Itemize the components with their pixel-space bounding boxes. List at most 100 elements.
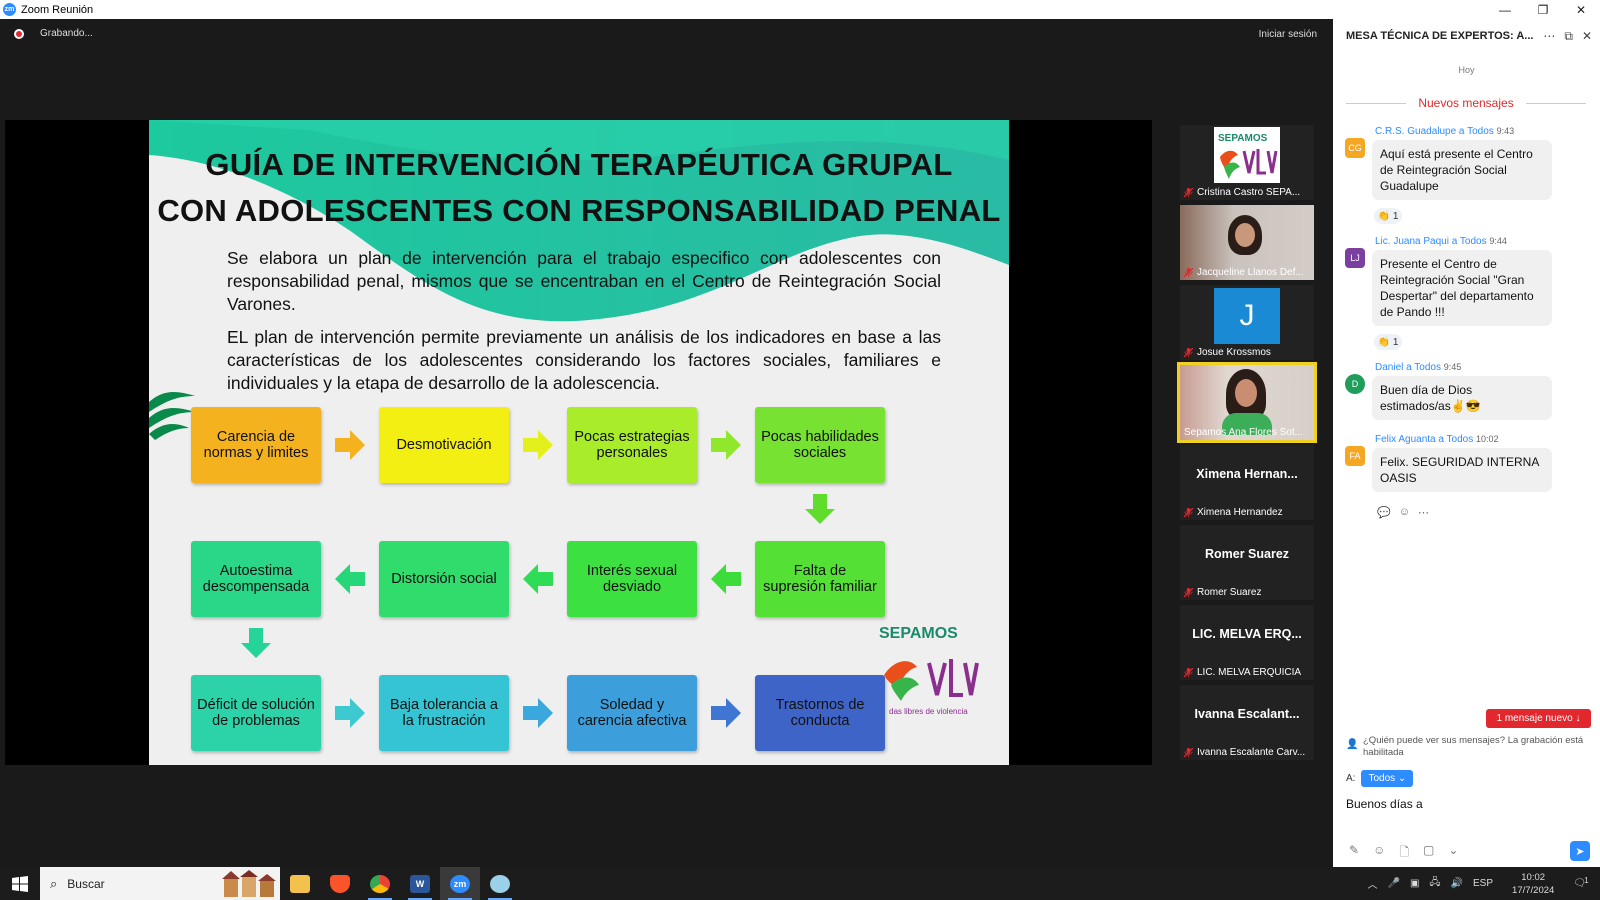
taskbar-search[interactable]: ⌕ Buscar — [40, 867, 280, 900]
word-icon: W — [410, 874, 430, 893]
reaction-badge[interactable]: 👏 1 — [1374, 334, 1402, 350]
close-chat-icon[interactable]: ✕ — [1582, 29, 1592, 44]
recipient-dropdown[interactable]: Todos ⌄ — [1361, 770, 1414, 787]
system-tray: ︿ 🎤 ▣ 🖧 🔊 ESP 10:02 17/7/2024 🗨 1 — [1363, 867, 1600, 900]
more-options-icon[interactable]: ⋯ — [1543, 29, 1555, 44]
reply-icon[interactable]: 💬 — [1377, 506, 1391, 519]
flow-box-7: Distorsión social — [379, 541, 509, 617]
avatar-initial: J — [1214, 288, 1280, 344]
add-reaction-icon[interactable]: ☺ — [1399, 506, 1410, 519]
file-icon[interactable]: 🗋 — [1399, 843, 1409, 864]
message-sender[interactable]: Felix Aguanta a Todos 10:02 — [1375, 434, 1499, 445]
format-icon[interactable]: ✎ — [1349, 843, 1359, 864]
flow-box-3: Pocas estrategias personales — [567, 407, 697, 483]
message-time: 9:43 — [1496, 126, 1515, 136]
flow-box-5: Falta de supresión familiar — [755, 541, 885, 617]
close-window-button[interactable]: ✕ — [1562, 0, 1600, 19]
more-icon[interactable]: ⋯ — [1418, 506, 1429, 519]
chat-header-actions: ⋯ ⧉ ✕ — [1543, 29, 1592, 44]
who-can-see-notice[interactable]: 👤 ¿Quién puede ver sus mensajes? La grab… — [1346, 735, 1591, 759]
signin-button[interactable]: Iniciar sesión — [1259, 29, 1317, 40]
chat-panel: MESA TÉCNICA DE EXPERTOS: A... ⋯ ⧉ ✕ Hoy… — [1333, 19, 1600, 867]
recording-label: Grabando... — [40, 28, 93, 39]
shared-slide: GUÍA DE INTERVENCIÓN TERAPÉUTICA GRUPAL … — [149, 120, 1009, 765]
participant-name: Ximena Hernandez — [1184, 507, 1283, 518]
participant-tile[interactable]: Ivanna Escalant... Ivanna Escalante Carv… — [1180, 685, 1314, 760]
arrow-left-icon — [523, 564, 553, 594]
mic-muted-icon — [1184, 748, 1193, 757]
chat-compose-input[interactable]: Buenos días a — [1346, 797, 1423, 811]
compose-toolbar: ✎ ☺ 🗋 ▢ ⌄ — [1349, 843, 1458, 864]
face — [1235, 223, 1255, 247]
taskbar-zoom[interactable]: zm — [440, 867, 480, 900]
meeting-topbar: Grabando... Iniciar sesión — [0, 19, 1333, 51]
people-icon: 👤 — [1346, 739, 1359, 750]
reaction-badge[interactable]: 👏 1 — [1374, 208, 1402, 224]
recording-indicator[interactable]: Grabando... — [14, 28, 93, 39]
participant-name: LIC. MELVA ERQUICIA — [1184, 667, 1301, 678]
avatar: CG — [1345, 138, 1365, 158]
volume-icon[interactable]: 🔊 — [1451, 878, 1463, 889]
participant-tile[interactable]: Jacqueline Llanos Def... — [1180, 205, 1314, 280]
message-sender[interactable]: Daniel a Todos 9:45 — [1375, 362, 1461, 373]
participant-name: Josue Krossmos — [1184, 347, 1271, 358]
sepamos-logo-text: SEPAMOS — [879, 625, 958, 642]
to-label: A: — [1346, 773, 1356, 784]
participant-name: Ivanna Escalante Carv... — [1184, 747, 1305, 758]
chevron-down-icon[interactable]: ⌄ — [1448, 843, 1458, 864]
search-icon: ⌕ — [50, 875, 58, 891]
flow-box-4: Pocas habilidades sociales — [755, 407, 885, 483]
tablet-icon[interactable]: ▣ — [1410, 878, 1419, 889]
zoom-logo-icon: zm — [3, 3, 16, 16]
send-button[interactable]: ➤ — [1570, 841, 1590, 861]
participant-tile[interactable]: Romer Suarez Romer Suarez — [1180, 525, 1314, 600]
message-sender[interactable]: Lic. Juana Paqui a Todos 9:44 — [1375, 236, 1507, 247]
start-button[interactable] — [0, 867, 40, 900]
taskbar-paint[interactable] — [480, 867, 520, 900]
participant-display-name: LIC. MELVA ERQ... — [1192, 627, 1302, 641]
notifications-icon[interactable]: 🗨 1 — [1573, 876, 1588, 889]
chat-title: MESA TÉCNICA DE EXPERTOS: A... — [1346, 30, 1534, 42]
participant-tile-active-speaker[interactable]: Sepamos Ana Flores Sot... — [1177, 362, 1317, 443]
face — [1235, 379, 1257, 407]
participant-tile[interactable]: J Josue Krossmos — [1180, 285, 1314, 360]
slide-title-line-2: CON ADOLESCENTES CON RESPONSABILIDAD PEN… — [157, 193, 1001, 228]
mic-muted-icon — [1184, 588, 1193, 597]
mic-muted-icon — [1184, 668, 1193, 677]
restore-button[interactable]: ❐ — [1524, 0, 1562, 19]
language-indicator[interactable]: ESP — [1473, 878, 1493, 889]
participant-display-name: Romer Suarez — [1204, 547, 1290, 561]
taskbar-word[interactable]: W — [400, 867, 440, 900]
flow-box-2: Desmotivación — [379, 407, 509, 483]
arrow-right-icon — [335, 430, 365, 460]
show-hidden-icons-chevron-icon[interactable]: ︿ — [1368, 876, 1378, 891]
flow-box-10: Baja tolerancia a la frustración — [379, 675, 509, 751]
participant-tile[interactable]: Ximena Hernan... Ximena Hernandez — [1180, 445, 1314, 520]
clock[interactable]: 10:02 17/7/2024 — [1512, 871, 1554, 897]
participant-tile[interactable]: SEPAMOS Cristina Castro SEPA... — [1180, 125, 1314, 200]
taskbar-chrome[interactable] — [360, 867, 400, 900]
folder-icon — [290, 874, 310, 893]
emoji-icon[interactable]: ☺ — [1373, 843, 1385, 864]
paint-palette-icon — [490, 874, 510, 893]
screenshot-icon[interactable]: ▢ — [1423, 843, 1434, 864]
clock-date: 17/7/2024 — [1512, 884, 1555, 896]
minimize-button[interactable]: — — [1486, 0, 1524, 19]
new-message-button[interactable]: 1 mensaje nuevo ↓ — [1486, 709, 1591, 728]
taskbar-file-explorer[interactable] — [280, 867, 320, 900]
slide-title: GUÍA DE INTERVENCIÓN TERAPÉUTICA GRUPAL … — [149, 142, 1009, 234]
taskbar-brave[interactable] — [320, 867, 360, 900]
popout-icon[interactable]: ⧉ — [1564, 29, 1573, 44]
sepamos-logo-subtitle: das libres de violencia — [889, 707, 968, 716]
windows-taskbar: ⌕ Buscar W zm ︿ 🎤 ▣ 🖧 🔊 ESP 10:02 17/7/2… — [0, 867, 1600, 900]
participant-tile[interactable]: LIC. MELVA ERQ... LIC. MELVA ERQUICIA — [1180, 605, 1314, 680]
microphone-icon[interactable]: 🎤 — [1388, 878, 1400, 889]
message-sender[interactable]: C.R.S. Guadalupe a Todos 9:43 — [1375, 126, 1514, 137]
message-time: 9:44 — [1489, 236, 1507, 246]
message-bubble: Presente el Centro de Reintegración Soci… — [1372, 250, 1552, 326]
avatar: LJ — [1345, 248, 1365, 268]
meeting-area: Grabando... Iniciar sesión GUÍA DE INTER… — [0, 19, 1333, 867]
record-icon — [14, 28, 24, 39]
avatar: FA — [1345, 446, 1365, 466]
network-icon[interactable]: 🖧 — [1429, 875, 1440, 892]
